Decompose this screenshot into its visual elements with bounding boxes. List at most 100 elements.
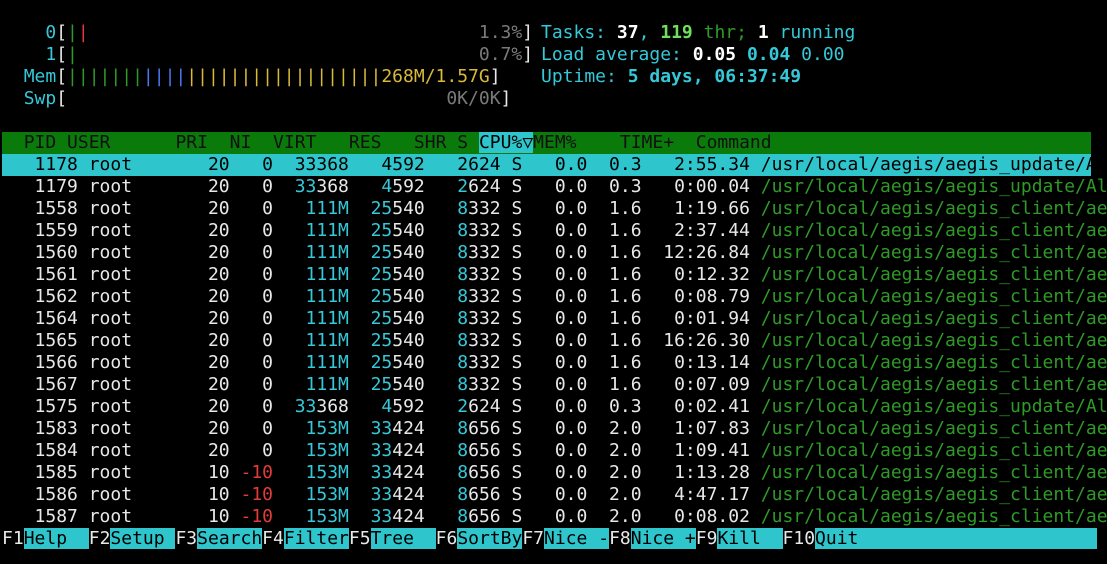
col-state[interactable]: S [457, 132, 468, 153]
col-time[interactable]: TIME+ [620, 132, 674, 153]
fkey-f1-label[interactable]: Help [23, 528, 68, 549]
process-row[interactable]: 1575 root 20 0 33368 4592 2624 S 0.0 0.3… [2, 396, 1107, 418]
col-pri[interactable]: PRI [175, 132, 208, 153]
process-row[interactable]: 1179 root 20 0 33368 4592 2624 S 0.0 0.3… [2, 176, 1107, 198]
cell-pri: 20 [207, 264, 230, 285]
fkey-f5[interactable]: F5 [349, 528, 371, 549]
cell-virt: 153M [305, 462, 349, 483]
process-row[interactable]: 1559 root 20 0 111M 25540 8332 S 0.0 1.6… [2, 220, 1107, 242]
fkey-f3-label[interactable]: Search [197, 528, 263, 549]
cell-cpu: 0.0 [554, 264, 588, 285]
cell-virt: 153M [305, 484, 349, 505]
cell-s: S [511, 506, 523, 527]
fkey-f10[interactable]: F10 [783, 528, 816, 549]
fkey-f7[interactable]: F7 [522, 528, 544, 549]
col-shr[interactable]: SHR [414, 132, 447, 153]
fkey-f8[interactable]: F8 [609, 528, 631, 549]
cell-s: S [511, 396, 523, 417]
process-row[interactable]: 1565 root 20 0 111M 25540 8332 S 0.0 1.6… [2, 330, 1107, 352]
cell-res: 25540 [370, 330, 425, 351]
cell-mem: 2.0 [609, 418, 642, 439]
fkey-f2-label[interactable]: Setup [110, 528, 165, 549]
cell-ni: 0 [262, 198, 273, 219]
fkey-f6[interactable]: F6 [436, 528, 458, 549]
fkey-f9-label[interactable]: Kill [717, 528, 761, 549]
fkey-f7-label[interactable]: Nice - [544, 528, 610, 549]
cell-cpu: 0.0 [554, 330, 588, 351]
fkey-f8-label[interactable]: Nice + [630, 528, 696, 549]
load-average: Load average: 0.05 0.04 0.00 [541, 44, 845, 65]
process-row[interactable]: 1178 root 20 0 33368 4592 2624 S 0.0 0.3… [2, 154, 1107, 176]
process-row[interactable]: 1585 root 10 -10 153M 33424 8656 S 0.0 2… [2, 462, 1107, 484]
cell-cpu: 0.0 [554, 506, 588, 527]
cell-time: 0:12.32 [674, 264, 750, 285]
cell-pid: 1584 [34, 440, 78, 461]
process-row[interactable]: 1564 root 20 0 111M 25540 8332 S 0.0 1.6… [2, 308, 1107, 330]
cell-cmd: /usr/local/aegis/aegis_client/aegi [760, 462, 1107, 483]
col-user[interactable]: USER [67, 132, 110, 153]
cell-shr: 8332 [457, 198, 501, 219]
cell-s: S [511, 418, 523, 439]
fkey-f4[interactable]: F4 [262, 528, 284, 549]
cell-res: 33424 [370, 440, 425, 461]
fkey-f9[interactable]: F9 [696, 528, 718, 549]
process-row[interactable]: 1561 root 20 0 111M 25540 8332 S 0.0 1.6… [2, 264, 1107, 286]
fkey-f4-label[interactable]: Filter [283, 528, 349, 549]
cpu1-meter: 1[| 0.7%] [45, 44, 534, 65]
cell-pri: 20 [207, 352, 230, 373]
process-row[interactable]: 1560 root 20 0 111M 25540 8332 S 0.0 1.6… [2, 242, 1107, 264]
col-pid[interactable]: PID [24, 132, 57, 153]
cell-shr: 8332 [457, 242, 501, 263]
cell-shr: 8332 [457, 220, 501, 241]
fkey-f6-label[interactable]: SortBy [457, 528, 523, 549]
cell-pid: 1559 [34, 220, 78, 241]
cell-s: S [511, 242, 523, 263]
process-row[interactable]: 1587 root 10 -10 153M 33424 8656 S 0.0 2… [2, 506, 1107, 528]
process-row[interactable]: 1558 root 20 0 111M 25540 8332 S 0.0 1.6… [2, 198, 1107, 220]
process-row[interactable]: 1583 root 20 0 153M 33424 8656 S 0.0 2.0… [2, 418, 1107, 440]
fkey-f5-label[interactable]: Tree [370, 528, 414, 549]
cell-time: 1:19.66 [674, 198, 750, 219]
col-res[interactable]: RES [349, 132, 382, 153]
col-ni[interactable]: NI [230, 132, 252, 153]
fkey-f1[interactable]: F1 [2, 528, 24, 549]
process-row[interactable]: 1566 root 20 0 111M 25540 8332 S 0.0 1.6… [2, 352, 1107, 374]
cell-res: 25540 [370, 308, 425, 329]
cell-cmd: /usr/local/aegis/aegis_client/aegi [760, 418, 1107, 439]
process-row[interactable]: 1586 root 10 -10 153M 33424 8656 S 0.0 2… [2, 484, 1107, 506]
cell-res: 4592 [381, 154, 425, 175]
column-header[interactable]: PID USER PRI NI VIRT RES SHR S CPU%▽MEM%… [2, 132, 1091, 154]
fkey-f2[interactable]: F2 [89, 528, 111, 549]
cell-user: root [88, 440, 133, 461]
col-command[interactable]: Command [696, 132, 772, 153]
process-row[interactable]: 1562 root 20 0 111M 25540 8332 S 0.0 1.6… [2, 286, 1107, 308]
cell-ni: 0 [262, 286, 273, 307]
fkey-f10-label[interactable]: Quit [815, 528, 859, 549]
cell-cpu: 0.0 [554, 374, 588, 395]
fkey-f3[interactable]: F3 [175, 528, 197, 549]
cell-time: 0:07.09 [674, 374, 750, 395]
tasks-summary: Tasks: 37, 119 thr; 1 running [541, 22, 856, 43]
cell-mem: 1.6 [609, 286, 642, 307]
cell-mem: 0.3 [609, 176, 642, 197]
cell-pri: 20 [207, 396, 230, 417]
cell-virt: 111M [305, 330, 349, 351]
col-mem[interactable]: MEM% [533, 132, 576, 153]
process-row[interactable]: 1584 root 20 0 153M 33424 8656 S 0.0 2.0… [2, 440, 1107, 462]
cell-cpu: 0.0 [554, 198, 588, 219]
cell-res: 33424 [370, 462, 425, 483]
cell-shr: 8656 [457, 418, 501, 439]
cell-pid: 1564 [34, 308, 78, 329]
cell-shr: 8656 [457, 440, 501, 461]
col-cpu-sorted[interactable]: CPU%▽ [478, 132, 534, 153]
cell-ni: 0 [262, 374, 273, 395]
cell-mem: 1.6 [609, 352, 642, 373]
cell-res: 25540 [370, 286, 425, 307]
process-row[interactable]: 1567 root 20 0 111M 25540 8332 S 0.0 1.6… [2, 374, 1107, 396]
cell-pid: 1562 [34, 286, 78, 307]
col-virt[interactable]: VIRT [273, 132, 316, 153]
cell-pri: 20 [207, 418, 230, 439]
cell-virt: 111M [305, 220, 349, 241]
cell-cpu: 0.0 [554, 154, 588, 175]
cell-ni: 0 [262, 352, 273, 373]
